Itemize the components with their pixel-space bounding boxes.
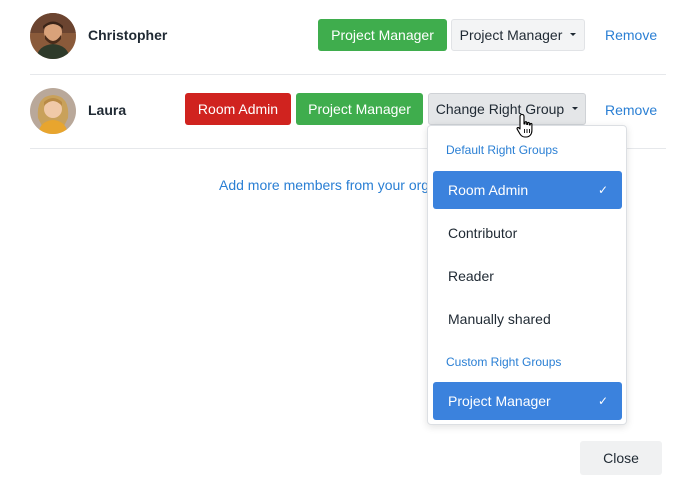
role-badge-room-admin[interactable]: Room Admin <box>185 93 291 125</box>
right-group-selector-label: Project Manager <box>459 27 563 43</box>
avatar-christopher <box>30 13 76 59</box>
default-right-groups-header: Default Right Groups <box>446 143 559 157</box>
member-name: Laura <box>88 102 127 118</box>
right-group-selector[interactable]: Project Manager <box>451 19 585 51</box>
caret-down-icon <box>570 32 577 36</box>
checkmark-icon: ✓ <box>597 394 608 408</box>
custom-right-groups-header: Custom Right Groups <box>446 355 562 369</box>
manage-members-dialog: Christopher Project Manager Project Mana… <box>0 0 700 486</box>
checkmark-icon: ✓ <box>597 183 608 197</box>
remove-member-link[interactable]: Remove <box>605 100 657 120</box>
hand-pointer-icon <box>515 113 537 139</box>
close-button[interactable]: Close <box>580 441 662 475</box>
add-more-members-link[interactable]: Add more members from your orga <box>219 175 434 195</box>
role-badge-project-manager[interactable]: Project Manager <box>296 93 423 125</box>
dropdown-item-label: Room Admin <box>448 182 529 198</box>
right-group-dropdown: Default Right Groups Room Admin ✓ Contri… <box>427 125 627 425</box>
dropdown-item-reader[interactable]: Reader <box>433 257 622 295</box>
caret-down-icon <box>572 106 579 110</box>
dropdown-item-project-manager[interactable]: Project Manager ✓ <box>433 382 622 420</box>
dropdown-item-label: Contributor <box>448 225 518 241</box>
avatar-laura <box>30 88 76 134</box>
dropdown-item-label: Project Manager <box>448 393 551 409</box>
dropdown-item-label: Manually shared <box>448 311 551 327</box>
change-right-group-button[interactable]: Change Right Group <box>428 93 586 125</box>
member-row-christopher: Christopher Project Manager Project Mana… <box>30 0 666 75</box>
role-badge-project-manager[interactable]: Project Manager <box>318 19 447 51</box>
dropdown-item-label: Reader <box>448 268 494 284</box>
change-right-group-label: Change Right Group <box>435 101 565 117</box>
dropdown-item-room-admin[interactable]: Room Admin ✓ <box>433 171 622 209</box>
member-name: Christopher <box>88 27 168 43</box>
remove-member-link[interactable]: Remove <box>605 25 657 45</box>
dropdown-item-contributor[interactable]: Contributor <box>433 214 622 252</box>
dropdown-item-manually-shared[interactable]: Manually shared <box>433 300 622 338</box>
